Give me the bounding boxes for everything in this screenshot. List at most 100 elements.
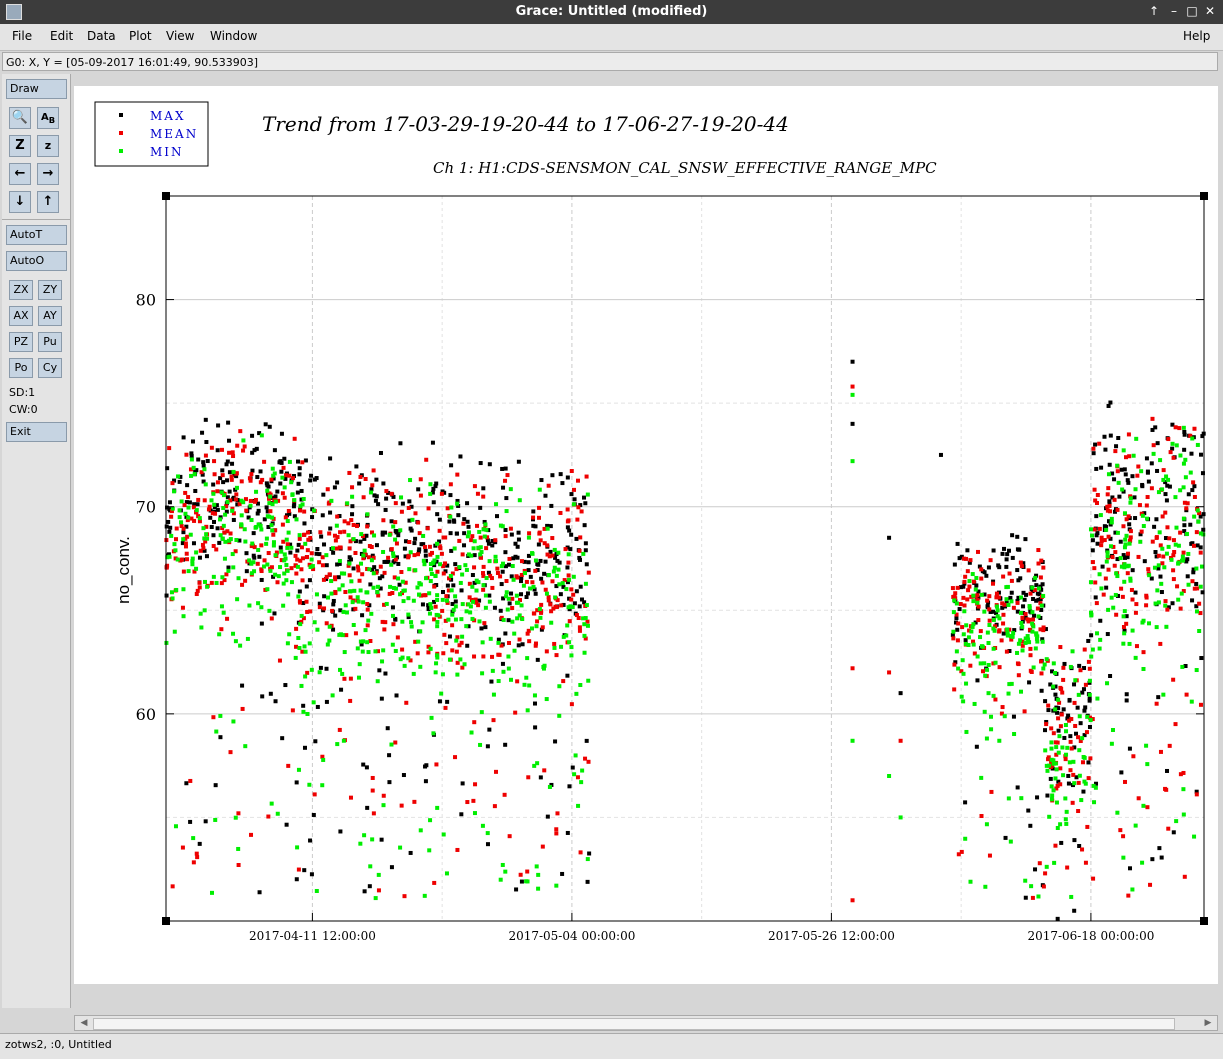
data-point <box>296 594 301 599</box>
data-point <box>1164 787 1169 792</box>
data-point <box>964 681 969 686</box>
draw-button[interactable]: Draw <box>6 79 67 99</box>
data-point <box>416 552 421 557</box>
data-point <box>546 483 551 488</box>
minimize-icon[interactable]: – <box>1166 3 1182 19</box>
arrow-up-icon[interactable]: ↑ <box>37 191 59 213</box>
data-point <box>970 572 975 577</box>
data-point <box>1076 692 1081 697</box>
data-point <box>987 618 992 623</box>
data-point <box>987 607 992 612</box>
text-icon[interactable]: AB <box>37 107 59 129</box>
exit-button[interactable]: Exit <box>6 422 67 442</box>
autoo-button[interactable]: AutoO <box>6 251 67 271</box>
data-point <box>334 523 339 528</box>
data-point <box>579 780 584 785</box>
cy-button[interactable]: Cy <box>38 358 62 378</box>
data-point <box>393 557 398 562</box>
menu-help[interactable]: Help <box>1183 29 1210 43</box>
data-point <box>472 539 477 544</box>
ax-button[interactable]: AX <box>9 306 33 326</box>
data-point <box>1086 638 1091 643</box>
data-point <box>372 533 377 538</box>
maximize-icon[interactable]: □ <box>1184 3 1200 19</box>
data-point <box>1122 579 1127 584</box>
zoom-rect-icon[interactable]: Z <box>9 135 31 157</box>
data-point <box>234 492 239 497</box>
pu-button[interactable]: Pu <box>38 332 62 352</box>
frame-handle[interactable] <box>162 917 170 925</box>
data-point <box>1133 516 1138 521</box>
pz-button[interactable]: PZ <box>9 332 33 352</box>
data-point <box>522 682 527 687</box>
data-point <box>501 485 506 490</box>
data-point <box>1064 752 1069 757</box>
data-point <box>264 505 269 510</box>
data-point <box>407 539 412 544</box>
data-point <box>569 702 574 707</box>
data-point <box>191 465 196 470</box>
scroll-right-icon[interactable]: ▶ <box>1201 1017 1215 1029</box>
data-point <box>483 605 488 610</box>
zoom-icon[interactable]: 🔍 <box>9 107 31 129</box>
zx-button[interactable]: ZX <box>9 280 33 300</box>
data-point <box>221 493 226 498</box>
data-point <box>411 598 416 603</box>
data-point <box>184 452 189 457</box>
keep-above-icon[interactable]: ↑ <box>1146 3 1162 19</box>
scroll-thumb[interactable] <box>93 1018 1175 1030</box>
data-point <box>1106 486 1111 491</box>
menu-file[interactable]: File <box>12 29 32 43</box>
ay-button[interactable]: AY <box>38 306 62 326</box>
data-point <box>384 601 389 606</box>
data-point <box>1156 553 1161 558</box>
frame-handle[interactable] <box>1200 917 1208 925</box>
data-point <box>285 568 290 573</box>
data-point <box>982 709 987 714</box>
menu-view[interactable]: View <box>166 29 194 43</box>
data-point <box>503 742 508 747</box>
data-point <box>465 800 470 805</box>
data-point <box>1162 565 1167 570</box>
menu-edit[interactable]: Edit <box>50 29 73 43</box>
data-point <box>985 667 990 672</box>
close-icon[interactable]: ✕ <box>1202 3 1218 19</box>
frame-handle[interactable] <box>162 192 170 200</box>
data-point <box>1167 536 1172 541</box>
arrow-right-icon[interactable]: → <box>37 163 59 185</box>
data-point <box>1041 593 1046 598</box>
po-button[interactable]: Po <box>9 358 33 378</box>
autot-button[interactable]: AutoT <box>6 225 67 245</box>
data-point <box>282 558 287 563</box>
data-point <box>429 571 434 576</box>
data-point <box>577 604 582 609</box>
data-point <box>236 576 241 581</box>
data-point <box>525 591 530 596</box>
data-point <box>1122 511 1127 516</box>
frame-handle[interactable] <box>1200 192 1208 200</box>
data-point <box>266 551 271 556</box>
data-point <box>469 538 474 543</box>
data-point <box>230 552 235 557</box>
data-point <box>1073 678 1078 683</box>
arrow-down-icon[interactable]: ↓ <box>9 191 31 213</box>
data-point <box>1126 551 1131 556</box>
data-point <box>273 553 278 558</box>
data-point <box>1026 808 1031 813</box>
zoom-out-icon[interactable]: z <box>37 135 59 157</box>
data-point <box>1163 510 1168 515</box>
data-point <box>412 553 417 558</box>
menu-plot[interactable]: Plot <box>129 29 152 43</box>
data-point <box>1023 895 1028 900</box>
scroll-left-icon[interactable]: ◀ <box>77 1017 91 1029</box>
data-point <box>1040 582 1045 587</box>
data-point <box>516 643 521 648</box>
arrow-left-icon[interactable]: ← <box>9 163 31 185</box>
zy-button[interactable]: ZY <box>38 280 62 300</box>
menu-data[interactable]: Data <box>87 29 116 43</box>
data-point <box>498 523 503 528</box>
plot-canvas[interactable]: MAX MEAN MIN Trend from 17-03-29-19-20-4… <box>74 86 1218 984</box>
menu-window[interactable]: Window <box>210 29 257 43</box>
data-point <box>256 547 261 552</box>
horizontal-scrollbar[interactable]: ◀ ▶ <box>74 1015 1218 1031</box>
